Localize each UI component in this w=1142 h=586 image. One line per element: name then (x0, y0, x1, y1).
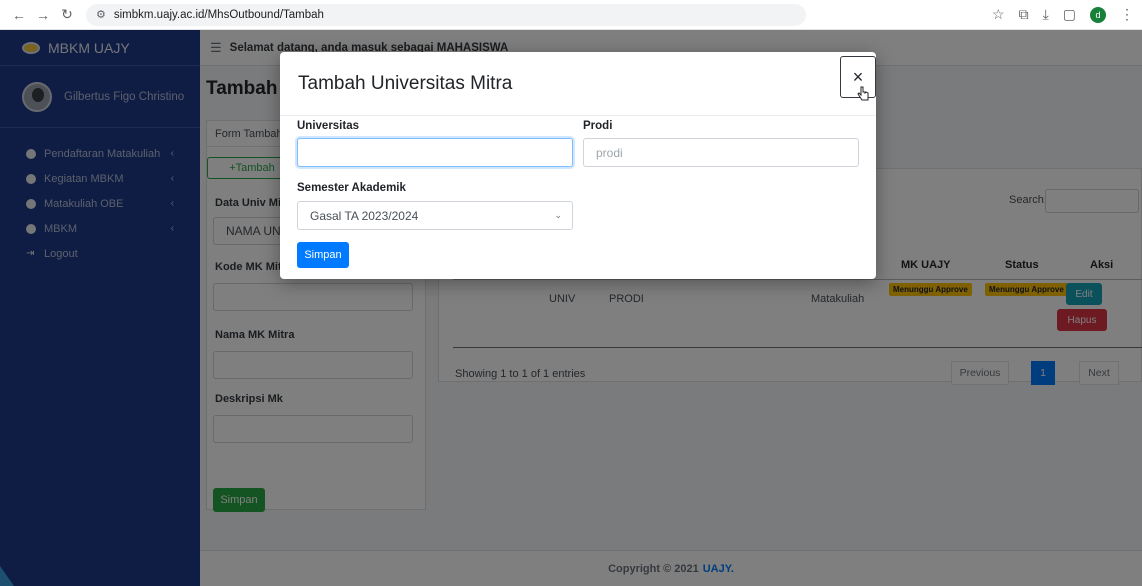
profile-avatar[interactable]: d (1090, 6, 1106, 23)
prodi-placeholder: prodi (596, 145, 623, 160)
modal-title: Tambah Universitas Mitra (298, 72, 513, 94)
chevron-down-icon: ⌄ (554, 210, 562, 220)
extensions-icon[interactable]: ⧉ (1019, 6, 1029, 23)
semester-label: Semester Akademik (297, 182, 406, 194)
kebab-menu-icon[interactable]: ⋮ (1120, 6, 1134, 23)
forward-arrow-icon[interactable]: → (32, 4, 54, 26)
download-icon[interactable]: ⤓ (1043, 6, 1049, 23)
bookmark-star-icon[interactable]: ☆ (992, 6, 1005, 23)
url-text: simbkm.uajy.ac.id/MhsOutbound/Tambah (113, 8, 324, 21)
site-info-icon[interactable]: ⚙ (96, 8, 106, 21)
prodi-input[interactable]: prodi (583, 138, 859, 167)
semester-select[interactable]: Gasal TA 2023/2024 ⌄ (297, 201, 573, 230)
close-icon: × (852, 66, 864, 87)
reload-icon[interactable]: ↻ (56, 4, 78, 26)
universitas-input[interactable] (297, 138, 573, 167)
modal-simpan-button[interactable]: Simpan (297, 242, 349, 268)
hand-cursor-icon (857, 86, 869, 101)
semester-selected-value: Gasal TA 2023/2024 (310, 208, 419, 223)
tambah-universitas-modal: Tambah Universitas Mitra × Universitas P… (280, 52, 876, 279)
sidepanel-icon[interactable]: ▢ (1063, 6, 1076, 23)
modal-header: Tambah Universitas Mitra (280, 52, 876, 116)
back-arrow-icon[interactable]: ← (8, 4, 30, 26)
address-bar[interactable]: ⚙ simbkm.uajy.ac.id/MhsOutbound/Tambah (86, 3, 806, 26)
browser-toolbar: ← → ↻ ⚙ simbkm.uajy.ac.id/MhsOutbound/Ta… (0, 0, 1142, 30)
prodi-label: Prodi (583, 120, 613, 132)
universitas-label: Universitas (297, 120, 360, 132)
